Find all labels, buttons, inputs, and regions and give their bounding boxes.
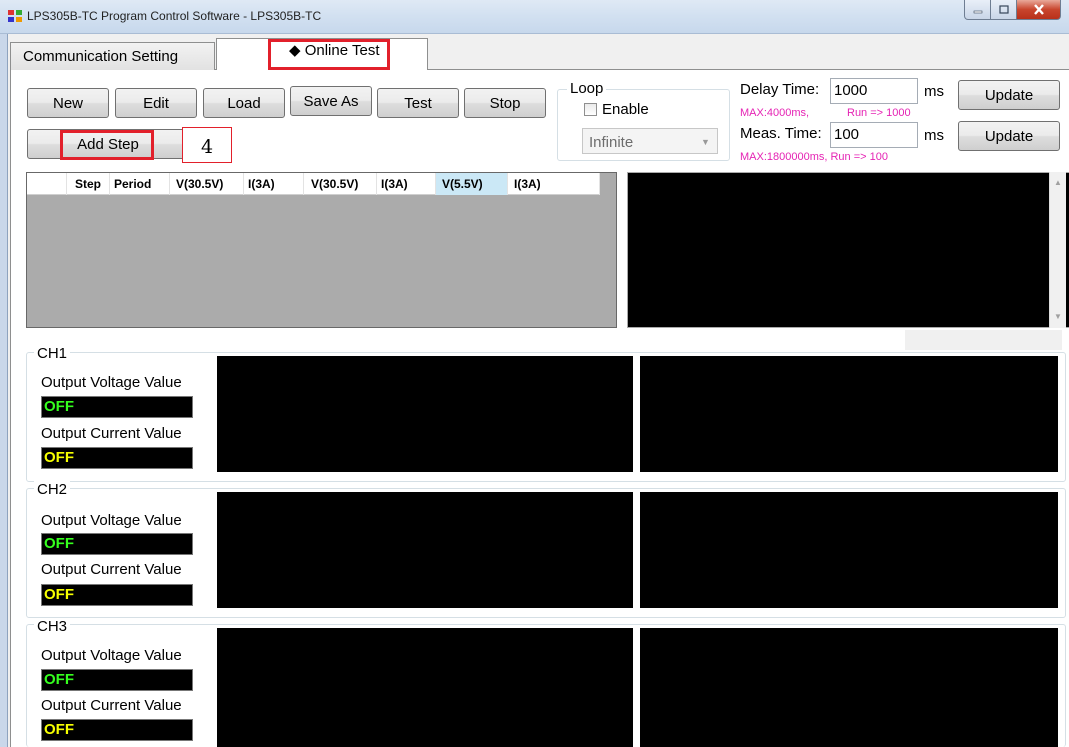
step-table-header: Step Period V(30.5V) I(3A) V(30.5V) I(3A… xyxy=(27,173,600,195)
close-button[interactable] xyxy=(1017,0,1061,20)
column-header[interactable]: V(30.5V) xyxy=(170,173,244,195)
maximize-button[interactable] xyxy=(991,0,1017,20)
meas-time-hint: MAX:1800000ms, Run => 100 xyxy=(740,151,888,163)
title-bar: LPS305B-TC Program Control Software - LP… xyxy=(0,0,1069,34)
highlight-online-test-tab xyxy=(268,39,390,70)
delay-time-label: Delay Time: xyxy=(740,81,820,98)
tab-strip: Communication Setting ◆ Online Test xyxy=(10,38,1069,70)
ch1-current-chart xyxy=(640,356,1058,472)
delay-time-max-hint: MAX:4000ms, xyxy=(740,107,810,119)
scroll-up-icon[interactable]: ▲ xyxy=(1054,178,1062,187)
column-header[interactable]: Period xyxy=(110,173,170,195)
ch1-voltage-chart xyxy=(217,356,633,472)
ch3-voltage-label: Output Voltage Value xyxy=(41,647,182,664)
column-header[interactable]: I(3A) xyxy=(377,173,436,195)
delay-update-button[interactable]: Update xyxy=(958,80,1060,110)
ch1-voltage-label: Output Voltage Value xyxy=(41,374,182,391)
ch1-voltage-value: OFF xyxy=(41,396,193,418)
ch2-voltage-label: Output Voltage Value xyxy=(41,512,182,529)
stop-button[interactable]: Stop xyxy=(464,88,546,118)
ch1-current-value: OFF xyxy=(41,447,193,469)
ch3-current-value: OFF xyxy=(41,719,193,741)
ch3-label: CH3 xyxy=(34,618,71,635)
column-header[interactable]: Step xyxy=(67,173,110,195)
ch2-current-chart xyxy=(640,492,1058,608)
enable-label: Enable xyxy=(602,101,649,118)
ch3-current-label: Output Current Value xyxy=(41,697,182,714)
ch2-label: CH2 xyxy=(34,481,71,498)
new-button[interactable]: New xyxy=(27,88,109,118)
meas-time-label: Meas. Time: xyxy=(740,125,822,142)
window-frame xyxy=(0,34,8,747)
save-as-button[interactable]: Save As xyxy=(290,86,372,116)
column-header[interactable]: I(3A) xyxy=(508,173,600,195)
highlight-add-step xyxy=(60,130,154,160)
column-header[interactable]: I(3A) xyxy=(244,173,304,195)
ch3-voltage-chart xyxy=(217,628,633,747)
status-strip xyxy=(905,330,1062,350)
load-button[interactable]: Load xyxy=(203,88,285,118)
tab-label: Communication Setting xyxy=(23,48,179,65)
scroll-down-icon[interactable]: ▼ xyxy=(1054,312,1062,321)
window-controls xyxy=(964,0,1061,21)
close-icon xyxy=(1033,4,1044,15)
test-button[interactable]: Test xyxy=(377,88,459,118)
delay-time-input[interactable]: 1000 xyxy=(830,78,918,104)
edit-button[interactable]: Edit xyxy=(115,88,197,118)
column-header-selected[interactable]: V(5.5V) xyxy=(436,173,508,195)
minimize-button[interactable] xyxy=(964,0,991,20)
delay-time-unit: ms xyxy=(924,83,944,100)
maximize-icon xyxy=(998,5,1009,14)
step-number-callout: 4 xyxy=(182,127,232,163)
step-table[interactable]: Step Period V(30.5V) I(3A) V(30.5V) I(3A… xyxy=(26,172,617,328)
column-header[interactable] xyxy=(27,173,67,195)
ch2-voltage-chart xyxy=(217,492,633,608)
step-number: 4 xyxy=(201,136,214,158)
ch3-current-chart xyxy=(640,628,1058,747)
ch2-voltage-value: OFF xyxy=(41,533,193,555)
log-scrollbar[interactable]: ▲ ▼ xyxy=(1049,172,1066,328)
ch2-current-value: OFF xyxy=(41,584,193,606)
window-title: LPS305B-TC Program Control Software - LP… xyxy=(27,9,322,23)
column-header[interactable]: V(30.5V) xyxy=(304,173,377,195)
meas-update-button[interactable]: Update xyxy=(958,121,1060,151)
loop-legend: Loop xyxy=(567,80,607,97)
meas-time-input[interactable]: 100 xyxy=(830,122,918,148)
ch1-label: CH1 xyxy=(34,345,71,362)
ch3-voltage-value: OFF xyxy=(41,669,193,691)
loop-count-select[interactable]: Infinite xyxy=(582,128,718,154)
log-display xyxy=(627,172,1069,328)
tab-communication-setting[interactable]: Communication Setting xyxy=(10,42,215,70)
app-icon xyxy=(8,10,22,22)
meas-time-unit: ms xyxy=(924,127,944,144)
delay-time-run-hint: Run => 1000 xyxy=(847,107,911,119)
ch2-current-label: Output Current Value xyxy=(41,561,182,578)
chevron-down-icon: ▼ xyxy=(701,137,710,147)
enable-checkbox[interactable] xyxy=(584,103,597,116)
ch1-current-label: Output Current Value xyxy=(41,425,182,442)
minimize-icon xyxy=(973,10,982,13)
